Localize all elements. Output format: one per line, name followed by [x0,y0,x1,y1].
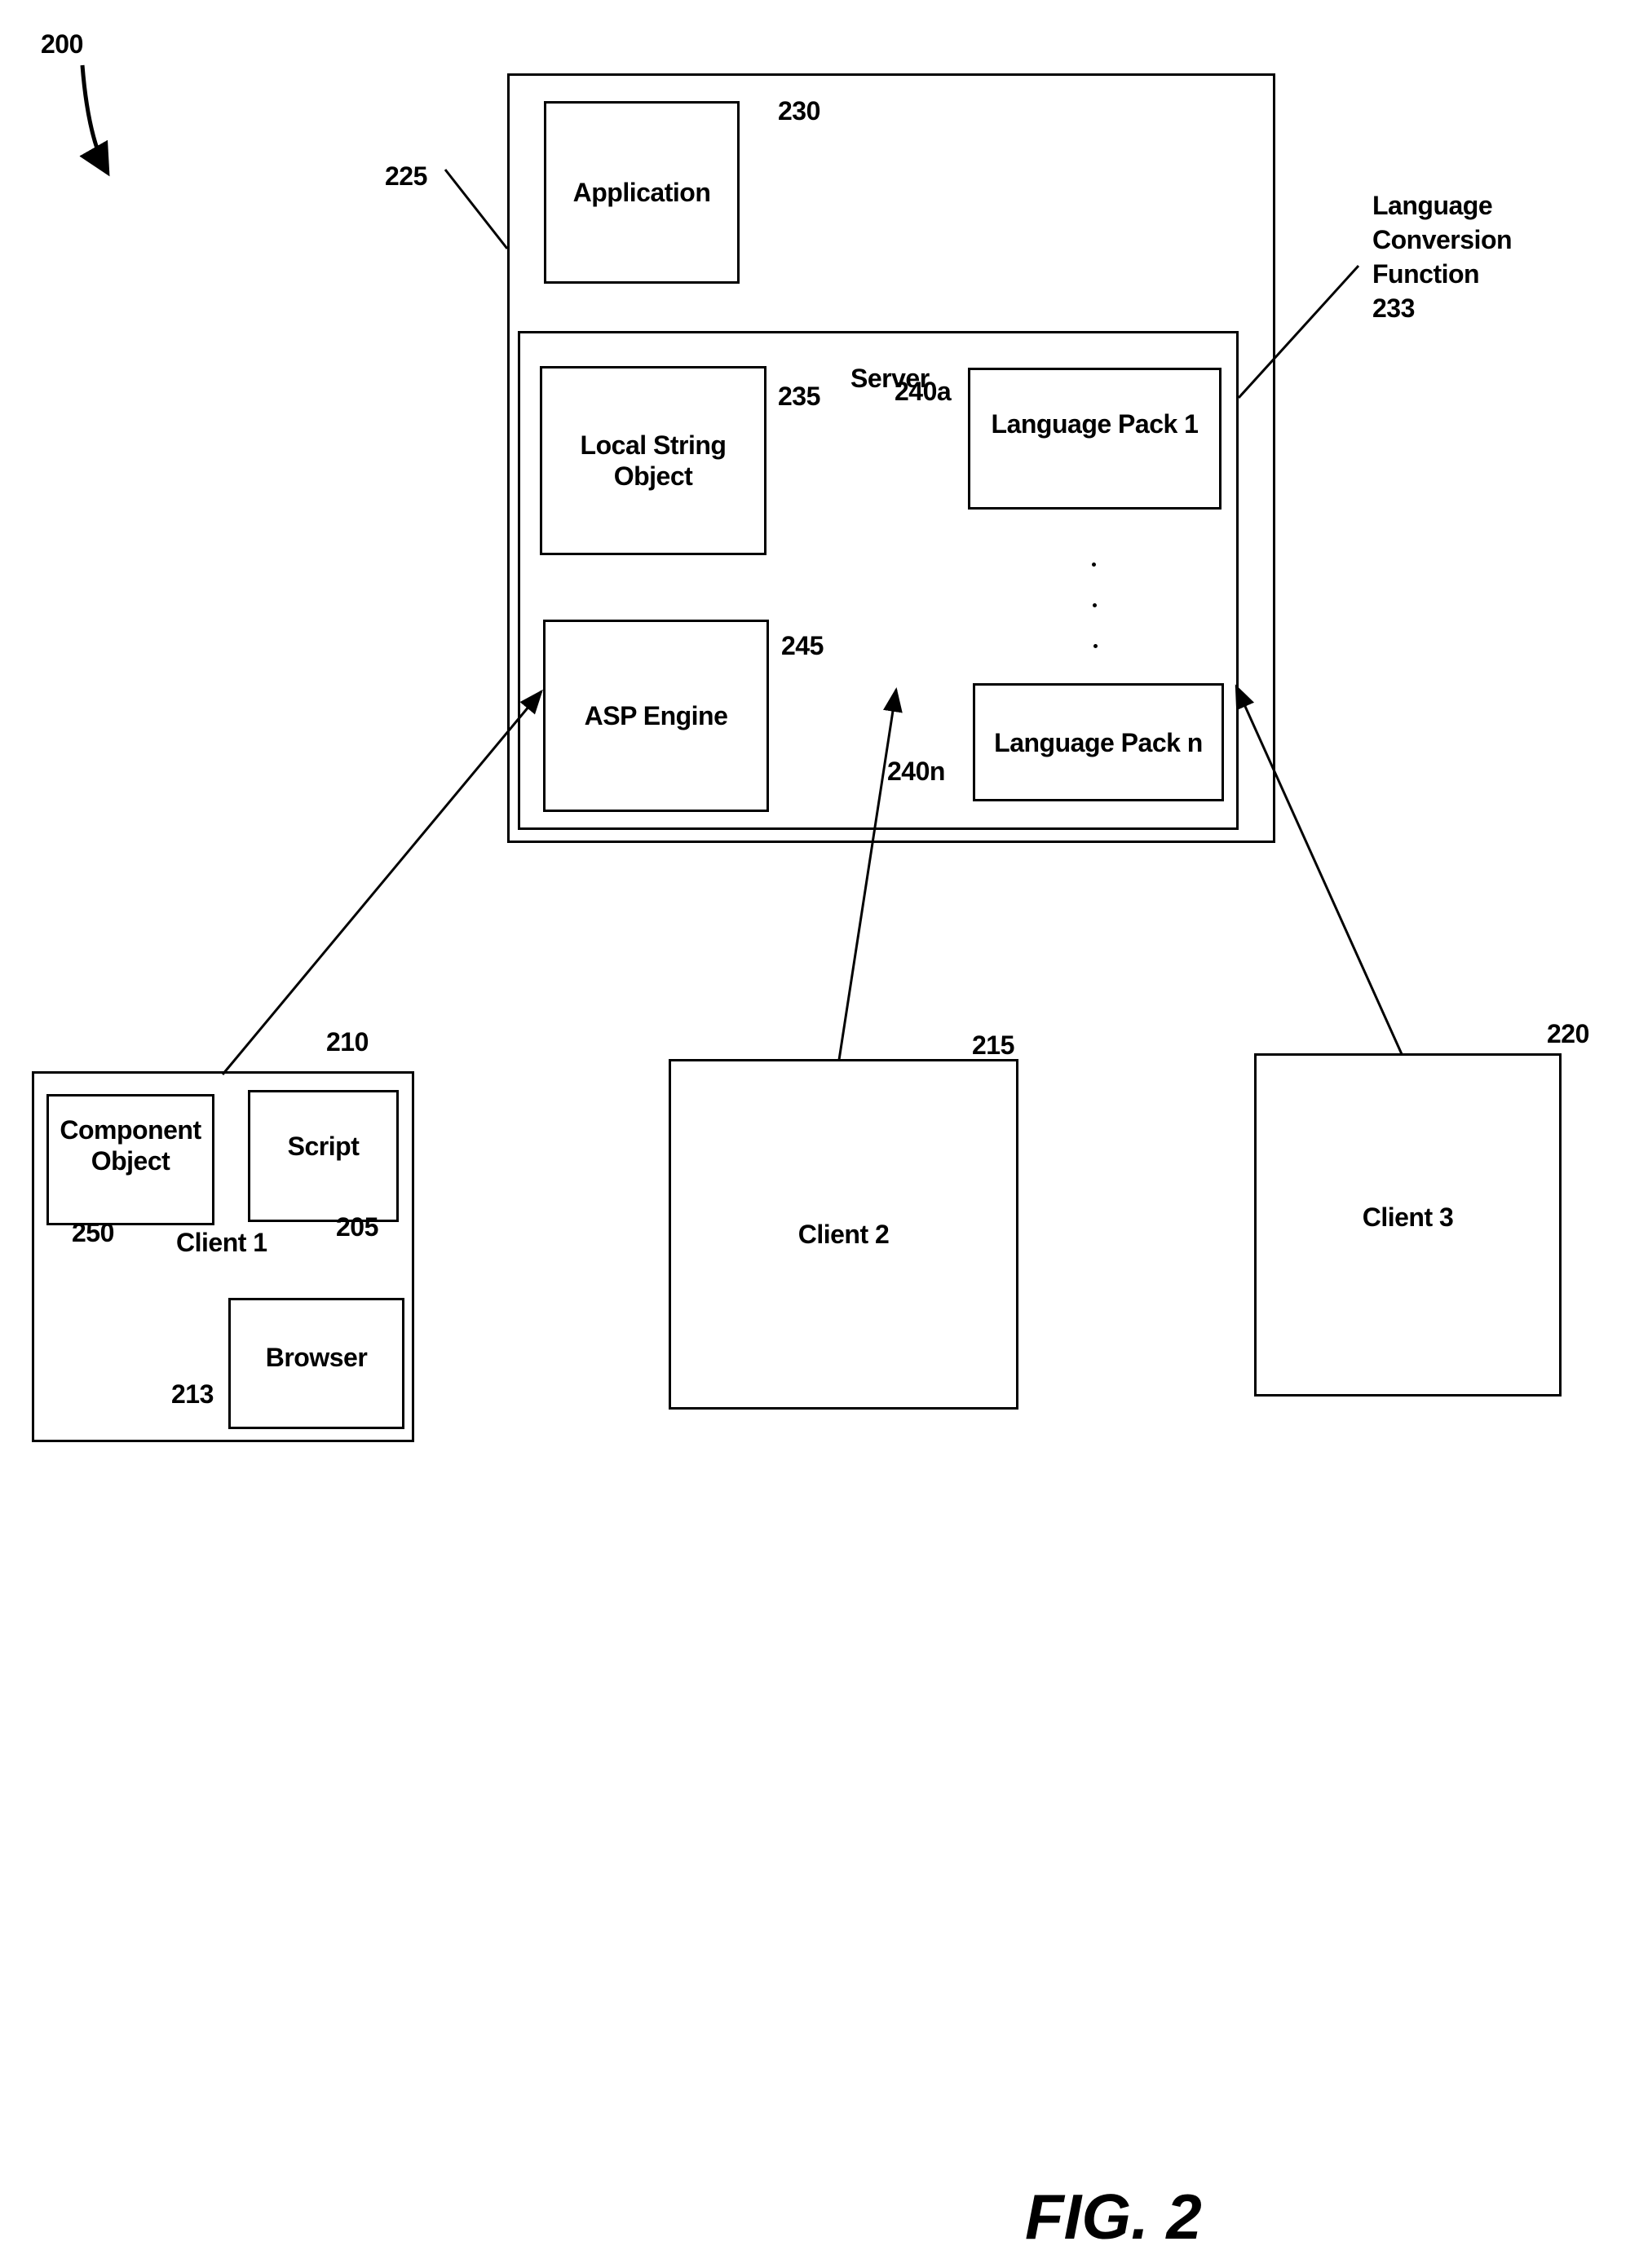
client-1-ref: 210 [326,1027,369,1057]
script-box: Script [248,1090,399,1222]
browser-ref: 213 [171,1379,214,1409]
asp-engine-label: ASP Engine [584,701,728,730]
local-string-object-ref: 235 [778,382,820,411]
language-pack-1-label: Language Pack 1 [991,409,1199,439]
client-2-label: Client 2 [797,1220,890,1249]
component-object-ref: 250 [72,1218,114,1247]
leader-line-225 [444,169,509,249]
figure-ref-number: 200 [41,29,83,59]
language-conversion-line-3: Function [1372,259,1480,289]
server-system-ref: 225 [385,161,427,191]
component-object-box: Component Object [46,1094,214,1225]
figure-caption: FIG. 2 [1025,2181,1202,2253]
client-2-box: Client 2 [669,1059,1018,1410]
language-pack-1-ref: 240a [895,377,952,406]
application-label: Application [572,178,711,207]
browser-box: Browser [228,1298,404,1429]
component-object-label: Component Object [60,1114,201,1176]
application-ref: 230 [778,96,820,126]
script-label: Script [287,1132,360,1161]
local-string-object-box: Local String Object [540,366,766,555]
ellipsis-dot [1093,644,1098,648]
client-1-label: Client 1 [176,1228,267,1257]
asp-engine-ref: 245 [781,631,824,660]
asp-engine-box: ASP Engine [543,620,769,812]
language-pack-n-label: Language Pack n [994,727,1203,757]
ellipsis-dot [1093,603,1097,607]
local-string-object-label: Local String Object [580,430,727,491]
script-ref: 205 [336,1212,378,1242]
language-pack-n-box: Language Pack n [973,683,1224,801]
browser-label: Browser [265,1342,368,1372]
language-pack-1-box: Language Pack 1 [968,368,1222,510]
client-3-ref: 220 [1547,1019,1589,1048]
figure-ref-arrow [79,64,110,177]
application-box: Application [544,101,740,284]
client-3-label: Client 3 [1362,1202,1454,1232]
language-conversion-ref: 233 [1372,293,1415,323]
arrow-client1-to-server [221,689,543,1075]
language-pack-n-ref: 240n [887,757,945,786]
language-conversion-line-1: Language [1372,191,1493,220]
ellipsis-dot [1092,563,1096,567]
client-2-ref: 215 [972,1030,1014,1060]
client-3-box: Client 3 [1254,1053,1562,1397]
language-conversion-line-2: Conversion [1372,225,1513,254]
